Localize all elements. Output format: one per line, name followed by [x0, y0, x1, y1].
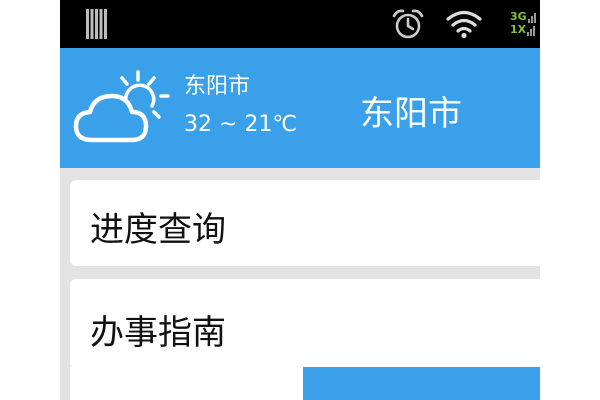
page-title: 东阳市: [360, 94, 462, 134]
alarm-clock-icon: [392, 9, 424, 39]
app-header: 东阳市 32 ~ 21℃ 东阳市: [60, 48, 540, 168]
partly-sunny-icon[interactable]: [70, 68, 182, 148]
signal-bars-icon: [527, 26, 536, 36]
signal-bars-icon: [527, 13, 536, 23]
phone-screen: 3G 1X 东阳市 32 ~ 21℃ 东阳市 进度查询 办事指南: [60, 0, 540, 400]
wifi-icon: [446, 10, 482, 38]
service-guide-item[interactable]: 办事指南: [70, 279, 540, 369]
battery-icon: [86, 9, 107, 39]
service-guide-label: 办事指南: [90, 313, 226, 353]
progress-query-item[interactable]: 进度查询: [70, 180, 540, 266]
network-type-bottom: 1X: [510, 23, 527, 36]
bottom-left-button[interactable]: [70, 367, 303, 400]
network-type-top: 3G: [510, 10, 527, 23]
status-bar: 3G 1X: [60, 0, 540, 48]
network-indicator: 3G 1X: [510, 10, 536, 36]
bottom-right-button[interactable]: [303, 367, 540, 400]
weather-city-label: 东阳市: [184, 74, 251, 99]
progress-query-label: 进度查询: [90, 210, 226, 250]
weather-temperature: 32 ~ 21℃: [184, 112, 298, 137]
